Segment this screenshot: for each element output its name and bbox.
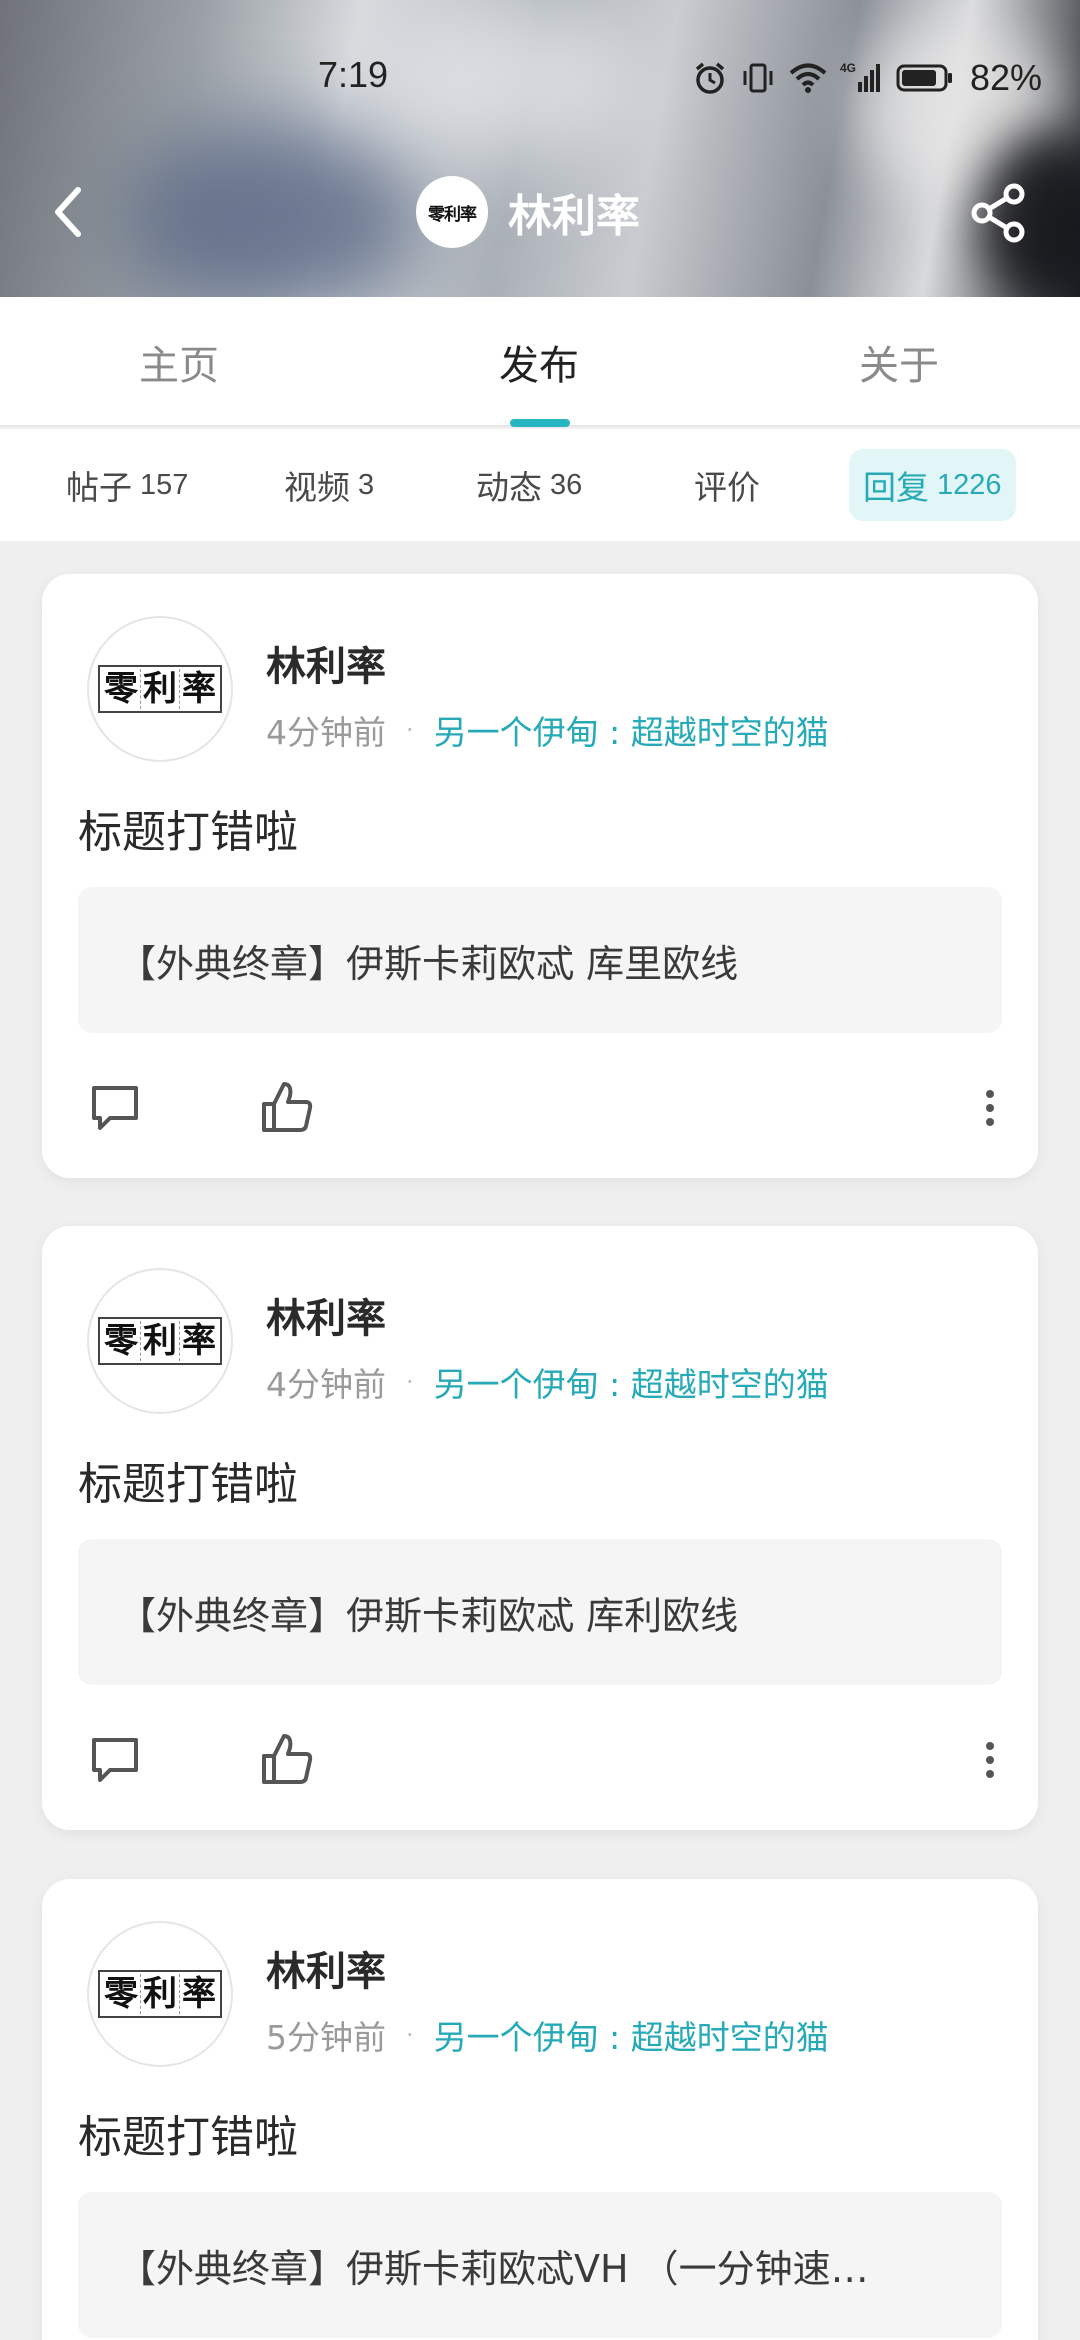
status-icons: 4G 82%	[692, 52, 1042, 104]
seal-char: 利	[141, 1321, 180, 1361]
back-button[interactable]	[44, 182, 104, 242]
post-meta: 5分钟前 · 另一个伊甸 : 超越时空的猫	[266, 2011, 829, 2059]
post-meta: 4分钟前 · 另一个伊甸 : 超越时空的猫	[266, 1358, 829, 1406]
quoted-thread[interactable]: 【外典终章】伊斯卡莉欧忒VH （一分钟速…	[78, 2192, 1002, 2338]
forum-link[interactable]: 另一个伊甸 : 超越时空的猫	[434, 1358, 829, 1406]
post-actions	[42, 1074, 1038, 1144]
post-title: 标题打错啦	[78, 1459, 298, 1510]
avatar-seal: 零 利 率	[98, 665, 222, 713]
forum-link[interactable]: 另一个伊甸 : 超越时空的猫	[434, 2011, 829, 2059]
post-time: 4分钟前	[266, 713, 386, 752]
subtab-label: 视频	[284, 468, 350, 507]
seal-char: 率	[182, 669, 216, 709]
author-avatar[interactable]: 零 利 率	[87, 1268, 233, 1414]
meta-separator: ·	[406, 716, 414, 744]
subtab-label: 回复	[863, 468, 929, 507]
quoted-thread[interactable]: 【外典终章】伊斯卡莉欧忒 库利欧线	[78, 1539, 1002, 1685]
tab-posts[interactable]: 发布	[499, 333, 579, 391]
post-meta: 4分钟前 · 另一个伊甸 : 超越时空的猫	[266, 706, 829, 754]
tab-home[interactable]: 主页	[139, 333, 219, 391]
tab-about[interactable]: 关于	[859, 333, 939, 391]
post-actions	[42, 1726, 1038, 1796]
subtab-videos[interactable]: 视频 3	[284, 449, 374, 521]
wifi-icon	[789, 63, 827, 93]
quoted-thread-title: 【外典终章】伊斯卡莉欧忒 库利欧线	[118, 1593, 739, 1638]
subtab-count: 3	[358, 468, 375, 501]
more-button[interactable]	[982, 1738, 998, 1782]
forum-link[interactable]: 另一个伊甸 : 超越时空的猫	[434, 706, 829, 754]
profile-title: 零利率 林利率	[416, 176, 640, 248]
author-avatar[interactable]: 零 利 率	[87, 1921, 233, 2067]
seal-char: 利	[141, 1974, 180, 2014]
status-bar: 7:19 4G 82%	[0, 48, 1080, 110]
subtab-count: 36	[550, 468, 583, 501]
share-button[interactable]	[968, 182, 1030, 244]
active-tab-indicator	[510, 419, 570, 427]
post-card[interactable]: 零 利 率 林利率 4分钟前 · 另一个伊甸 : 超越时空的猫 标题打错啦 【外…	[42, 1226, 1038, 1830]
subtab-label: 评价	[694, 468, 760, 507]
main-tabs: 主页 发布 关于	[0, 297, 1080, 427]
subtab-activity[interactable]: 动态 36	[476, 449, 582, 521]
header-profile-name: 林利率	[508, 191, 640, 242]
more-icon	[986, 1742, 994, 1778]
subtab-count: 1226	[937, 468, 1002, 501]
seal-char: 零	[102, 669, 141, 709]
seal-char: 零	[102, 1974, 141, 2014]
author-avatar[interactable]: 零 利 率	[87, 616, 233, 762]
post-card[interactable]: 零 利 率 林利率 5分钟前 · 另一个伊甸 : 超越时空的猫 标题打错啦 【外…	[42, 1879, 1038, 2340]
like-button[interactable]	[260, 1730, 314, 1788]
header-nav: 零利率 林利率	[0, 168, 1080, 256]
subtab-threads[interactable]: 帖子 157	[66, 449, 188, 521]
seal-char: 零	[102, 1321, 141, 1361]
seal-char: 率	[182, 1974, 216, 2014]
share-icon	[971, 183, 1025, 243]
post-title: 标题打错啦	[78, 2112, 298, 2163]
comment-icon	[92, 1086, 138, 1130]
post-card[interactable]: 零 利 率 林利率 4分钟前 · 另一个伊甸 : 超越时空的猫 标题打错啦 【外…	[42, 574, 1038, 1178]
more-icon	[986, 1090, 994, 1126]
battery-icon	[896, 64, 952, 92]
svg-text:4G: 4G	[840, 61, 856, 75]
post-time: 4分钟前	[266, 1365, 386, 1404]
post-title: 标题打错啦	[78, 807, 298, 858]
subtab-reviews[interactable]: 评价	[694, 449, 760, 521]
author-name[interactable]: 林利率	[266, 634, 386, 692]
sub-tabs: 帖子 157 视频 3 动态 36 评价 回复 1226	[0, 429, 1080, 541]
more-button[interactable]	[982, 1086, 998, 1130]
like-icon	[262, 1082, 313, 1132]
comment-button[interactable]	[88, 1082, 142, 1136]
subtab-count: 157	[140, 468, 189, 501]
quoted-thread[interactable]: 【外典终章】伊斯卡莉欧忒 库里欧线	[78, 887, 1002, 1033]
profile-header: 7:19 4G 82% 零利率 林利率	[0, 0, 1080, 297]
battery-percent: 82%	[969, 57, 1042, 98]
seal-char: 率	[182, 1321, 216, 1361]
signal-icon: 4G	[840, 61, 880, 92]
avatar-seal: 零 利 率	[98, 1970, 222, 2018]
quoted-thread-title: 【外典终章】伊斯卡莉欧忒 库里欧线	[118, 941, 739, 986]
back-icon	[55, 187, 81, 237]
meta-separator: ·	[406, 2021, 414, 2049]
seal-char: 利	[141, 669, 180, 709]
like-button[interactable]	[260, 1078, 314, 1136]
comment-icon	[92, 1738, 138, 1782]
author-name[interactable]: 林利率	[266, 1939, 386, 1997]
subtab-label: 帖子	[66, 468, 132, 507]
alarm-icon	[695, 62, 725, 94]
quoted-thread-title: 【外典终章】伊斯卡莉欧忒VH （一分钟速…	[118, 2246, 869, 2291]
subtab-replies[interactable]: 回复 1226	[849, 449, 1016, 521]
comment-button[interactable]	[88, 1734, 142, 1788]
subtab-label: 动态	[476, 468, 542, 507]
meta-separator: ·	[406, 1368, 414, 1396]
like-icon	[262, 1734, 313, 1784]
avatar-seal: 零 利 率	[98, 1317, 222, 1365]
post-time: 5分钟前	[266, 2018, 386, 2057]
author-name[interactable]: 林利率	[266, 1286, 386, 1344]
vibrate-icon	[743, 63, 773, 93]
header-avatar[interactable]: 零利率	[416, 176, 488, 248]
status-time: 7:19	[318, 54, 389, 95]
